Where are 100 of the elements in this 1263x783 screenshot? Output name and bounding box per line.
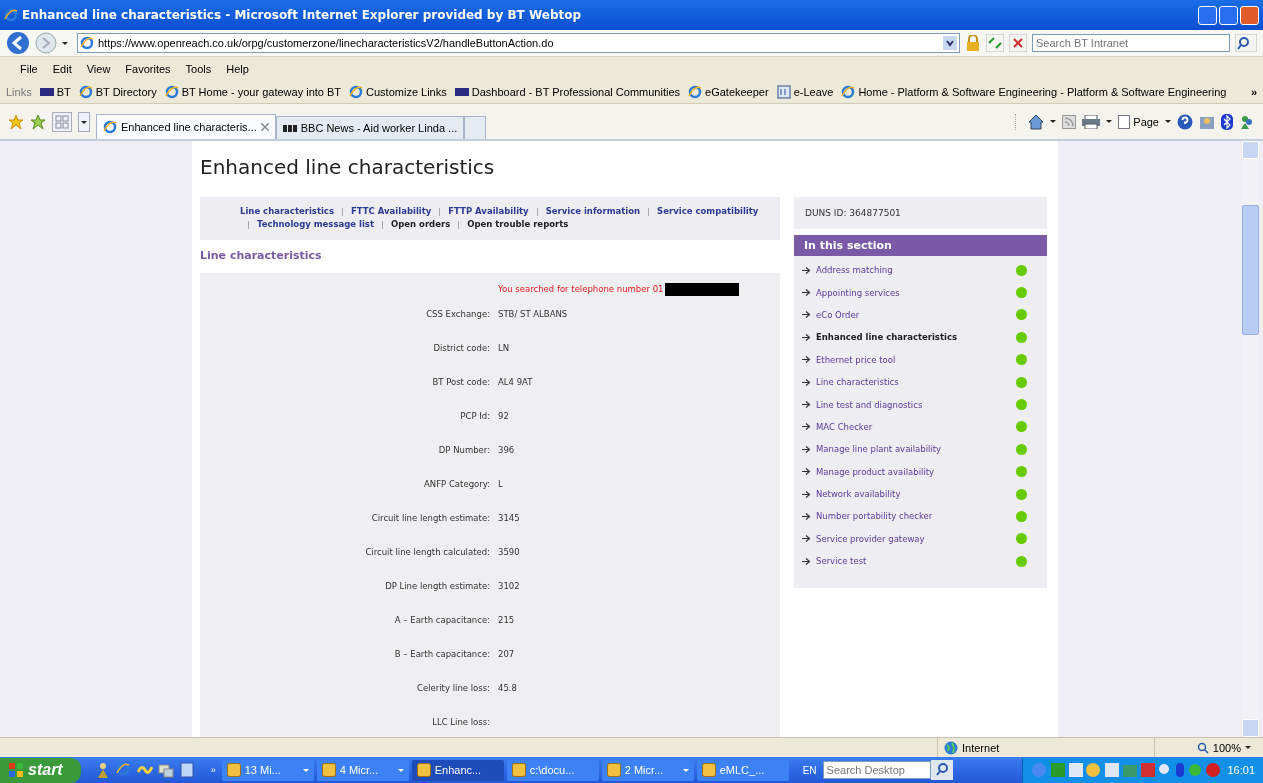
favorite-link[interactable]: e-Leave	[776, 85, 834, 99]
browser-tab[interactable]: Enhanced line characteris...	[96, 114, 276, 139]
menu-item[interactable]: Help	[226, 63, 249, 75]
search-button[interactable]	[930, 760, 953, 780]
search-button[interactable]	[1235, 34, 1257, 52]
taskbar-button[interactable]: 2 Micr...	[601, 759, 694, 781]
taskbar-button[interactable]: Enhanc...	[411, 759, 504, 781]
arrow-icon	[802, 468, 811, 476]
language-indicator[interactable]: EN	[802, 764, 817, 776]
arrow-icon	[802, 557, 811, 565]
home-icon[interactable]	[1028, 113, 1045, 130]
favorite-link[interactable]: Dashboard - BT Professional Communities	[454, 86, 681, 98]
favorite-link[interactable]: eGatekeeper	[688, 85, 769, 99]
section-link[interactable]: Ethernet price tool	[802, 354, 1016, 365]
field-value: 92	[498, 411, 509, 421]
favorite-link[interactable]: Home - Platform & Software Engineering - Platform & Software Engineering	[841, 85, 1227, 99]
quick-tabs-button[interactable]	[52, 111, 72, 132]
page-icon	[78, 85, 93, 99]
chevron-button[interactable]: »	[1250, 86, 1257, 98]
tab-list-button[interactable]	[78, 111, 90, 132]
menu-item[interactable]: Tools	[185, 63, 212, 75]
scrollbar[interactable]	[1242, 141, 1259, 737]
document-icon	[776, 85, 791, 99]
section-link[interactable]: eCo Order	[802, 309, 1016, 320]
page-menu-button[interactable]: Page	[1118, 114, 1159, 129]
desktop-icon[interactable]	[157, 762, 174, 778]
nav-link[interactable]: Line characteristics	[240, 205, 334, 218]
padlock-icon	[965, 35, 981, 51]
chevron-button[interactable]: »	[210, 765, 216, 775]
favorite-link[interactable]: BT Directory	[78, 85, 157, 99]
printer-icon[interactable]	[1082, 114, 1101, 129]
favorite-link[interactable]: BT Home - your gateway into BT	[164, 85, 342, 99]
scroll-thumb[interactable]	[1242, 205, 1259, 335]
page-icon	[103, 120, 117, 134]
taskbar-button[interactable]: eMLC_...	[696, 759, 789, 781]
add-favorite-icon[interactable]	[30, 113, 46, 130]
section-link[interactable]: Manage product availability	[802, 466, 1016, 477]
field-label: BT Post code:	[431, 377, 490, 387]
section-link[interactable]: Address matching	[802, 265, 1016, 276]
section-link[interactable]: Service test	[802, 556, 1016, 567]
refresh-button[interactable]	[986, 34, 1004, 52]
menu-item[interactable]: File	[20, 63, 38, 75]
page-title: Enhanced line characteristics	[200, 155, 495, 179]
nav-link[interactable]: Service information	[545, 205, 641, 218]
section-link[interactable]: Line test and diagnostics	[802, 399, 1016, 410]
close-button[interactable]	[1240, 5, 1259, 25]
restore-button[interactable]	[1219, 5, 1238, 25]
search-field[interactable]: Search BT Intranet	[1032, 34, 1230, 52]
nav-link[interactable]: Service compatibility	[657, 205, 759, 218]
arrow-icon	[802, 311, 811, 319]
browser-icon[interactable]	[115, 762, 132, 778]
taskbar-button[interactable]: 13 Mi...	[221, 759, 314, 781]
field-label: PCP Id:	[459, 411, 490, 421]
caret-icon[interactable]	[1106, 120, 1113, 123]
menu-item[interactable]: View	[86, 63, 111, 75]
arrow-icon	[802, 289, 811, 297]
section-link[interactable]: Enhanced line characteristics	[802, 332, 1016, 343]
dropdown-button[interactable]	[943, 36, 957, 50]
nav-link[interactable]: FTTP Availability	[448, 205, 529, 218]
nav-link[interactable]: Open orders	[391, 218, 451, 231]
nav-link[interactable]: Technology message list	[257, 218, 374, 231]
minimize-button[interactable]	[1198, 5, 1217, 25]
favorite-link[interactable]: Customize Links	[349, 85, 447, 99]
field-value: STB/ ST ALBANS	[498, 309, 568, 319]
search-field[interactable]: Search Desktop	[822, 761, 931, 779]
section-link[interactable]: Service provider gateway	[802, 533, 1016, 544]
caret-icon[interactable]	[1165, 120, 1171, 123]
stop-button[interactable]	[1009, 34, 1027, 52]
menu-item[interactable]: Edit	[52, 63, 72, 75]
arrow-icon	[802, 333, 811, 341]
magnifier-icon	[1196, 741, 1209, 754]
section-link[interactable]: Number portability checker	[802, 511, 1016, 522]
field-label: Celerity line loss:	[416, 683, 490, 693]
field-label: Circuit line length calculated:	[364, 547, 490, 557]
section-link[interactable]: Network availability	[802, 489, 1016, 500]
nav-link[interactable]: Open trouble reports	[467, 218, 569, 231]
document-icon[interactable]	[178, 762, 195, 778]
favorite-link[interactable]: BT	[39, 86, 71, 98]
zone-text: Internet	[962, 741, 1000, 754]
messenger-icon[interactable]	[1239, 113, 1255, 130]
section-link[interactable]: Appointing services	[802, 287, 1016, 298]
menu-item[interactable]: Favorites	[125, 63, 171, 75]
arrow-icon	[802, 490, 811, 498]
address-field[interactable]: https://www.openreach.co.uk/orpg/customerzone/linecharacteristicsV2/handleButtonAction.do	[77, 33, 960, 53]
back-button[interactable]	[6, 31, 30, 55]
browser-tab[interactable]: BBC News - Aid worker Linda ...	[275, 116, 465, 139]
bluetooth-icon[interactable]	[1221, 113, 1233, 130]
help-icon[interactable]	[1177, 113, 1193, 130]
start-button[interactable]: start	[0, 757, 81, 783]
taskbar-button[interactable]: 4 Micr...	[316, 759, 409, 781]
section-link[interactable]: Line characteristics	[802, 377, 1016, 388]
close-icon[interactable]	[260, 123, 269, 131]
section-link[interactable]: MAC Checker	[802, 421, 1016, 432]
feed-icon[interactable]	[1062, 114, 1077, 129]
favorites-star-icon[interactable]	[8, 113, 24, 130]
taskbar-button[interactable]: c:\docu...	[506, 759, 599, 781]
caret-icon[interactable]	[1050, 120, 1057, 123]
caret-icon[interactable]	[62, 41, 68, 45]
section-link[interactable]: Manage line plant availability	[802, 444, 1016, 455]
nav-link[interactable]: FTTC Availability	[350, 205, 432, 218]
